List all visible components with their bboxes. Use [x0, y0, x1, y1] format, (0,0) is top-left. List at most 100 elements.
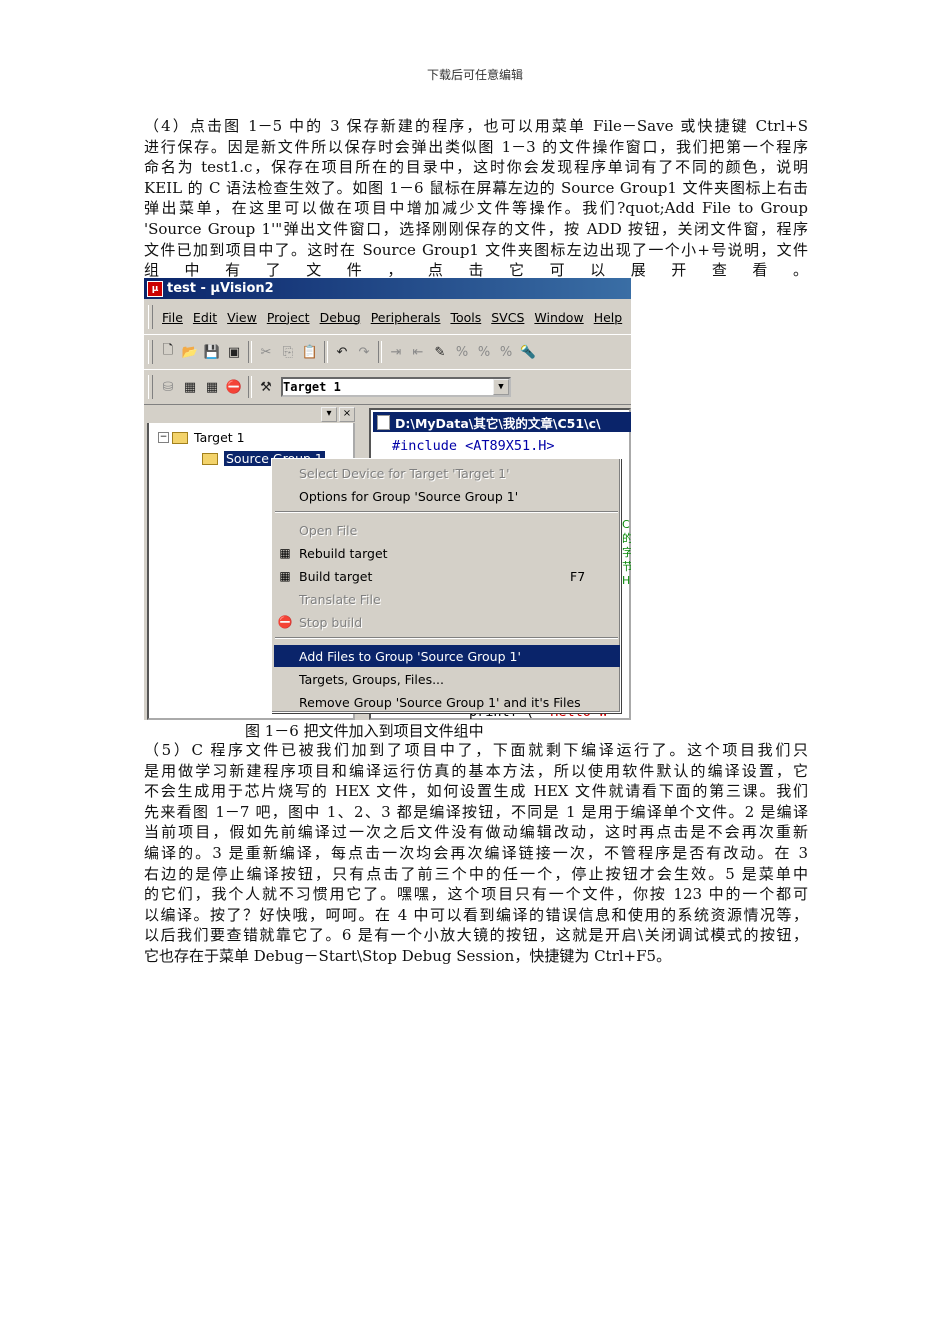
text-line: 'Source Group 1'"弹出文件窗口，选择刚刚保存的文件，按 ADD …	[144, 219, 808, 238]
bookmark-next-icon[interactable]: %	[453, 343, 471, 361]
toolbar-separator	[248, 341, 252, 363]
menu-item-label: Build target	[299, 568, 373, 584]
menu-item-build-target[interactable]: ▦ Build target F7	[274, 565, 620, 587]
app-icon: µ	[147, 280, 163, 297]
text-line: 先来看图 1－7 吧，图中 1、2、3 都是编译按钮，不同是 1 是用于编译单个…	[144, 802, 808, 821]
menu-view[interactable]: View	[222, 310, 262, 325]
editor-titlebar: D:\MyData\其它\我的文章\C51\c\	[373, 412, 631, 432]
uvision-screenshot: µ test - µVision2 File Edit View Project…	[144, 278, 631, 720]
undo-icon[interactable]: ↶	[333, 343, 351, 361]
menu-item-rebuild-target[interactable]: ▦ Rebuild target	[274, 542, 620, 564]
toolbar-grip	[148, 340, 153, 364]
menu-item-label: Targets, Groups, Files...	[299, 671, 444, 687]
editor-path: D:\MyData\其它\我的文章\C51\c\	[395, 415, 601, 431]
bookmark-prev-icon[interactable]: %	[475, 343, 493, 361]
menu-item-label: Rebuild target	[299, 545, 388, 561]
menu-item-label: Translate File	[299, 591, 381, 607]
menu-window[interactable]: Window	[529, 310, 588, 325]
window-titlebar: µ test - µVision2	[144, 278, 631, 299]
toolbar-grip	[148, 305, 153, 329]
paragraph-4: （4）点击图 1－5 中的 3 保存新建的程序，也可以用菜单 File－Save…	[144, 116, 808, 281]
close-icon[interactable]: ×	[339, 406, 355, 422]
menu-item-select-device[interactable]: Select Device for Target 'Target 1'	[274, 462, 620, 484]
menu-svcs[interactable]: SVCS	[486, 310, 529, 325]
text-line: 的它们，我个人就不习惯用它了。嘿嘿，这个项目只有一个文件，你按 123 中的一个…	[144, 885, 808, 904]
menu-separator	[275, 637, 618, 639]
text-line: 命名为 test1.c，保存在项目所在的目录中，这时你会发现程序单词有了不同的颜…	[144, 158, 808, 177]
paragraph-5: （5）C 程序文件已被我们加到了项目中了，下面就剩下编译运行了。这个项目我们只 …	[144, 740, 808, 967]
open-folder-icon[interactable]: 📂	[181, 343, 199, 361]
window-title: test - µVision2	[167, 281, 274, 296]
target-options-icon[interactable]: ⚒	[257, 378, 275, 396]
folder-icon	[172, 431, 188, 444]
save-icon[interactable]: 💾	[203, 343, 221, 361]
menu-item-label: Stop build	[299, 614, 363, 630]
text-line: （4）点击图 1－5 中的 3 保存新建的程序，也可以用菜单 File－Save…	[144, 117, 808, 135]
translate-icon[interactable]: ⛁	[159, 378, 177, 396]
cut-icon[interactable]: ✂	[257, 343, 275, 361]
pane-dropdown-icon[interactable]: ▾	[321, 406, 337, 422]
menu-item-translate-file[interactable]: Translate File	[274, 588, 620, 610]
menu-tools[interactable]: Tools	[445, 310, 486, 325]
document-icon	[377, 414, 390, 430]
text-line: 右边的是停止编译按钮，只有点击了前三个中的任一个，停止按钮才会生效。5 是菜单中	[144, 864, 808, 883]
text-line: 它也存在于菜单 Debug－Start\Stop Debug Session，快…	[144, 946, 672, 965]
text-line: 文件已加到项目中了。这时在 Source Group1 文件夹图标左边出现了一个…	[144, 240, 808, 259]
toolbar-separator	[248, 376, 252, 398]
menu-debug[interactable]: Debug	[315, 310, 366, 325]
text-line: 以后我们要查错就靠它了。6 是有一个小放大镜的按钮，这就是开启\关闭调试模式的按…	[144, 926, 808, 945]
text-line: （5）C 程序文件已被我们加到了项目中了，下面就剩下编译运行了。这个项目我们只	[144, 741, 808, 759]
toolbar-separator	[378, 341, 382, 363]
file-toolbar: 🗋 📂 💾 ▣ ✂ ⎘ 📋 ↶ ↷ ⇥ ⇤ ✎ % % % 🔦	[144, 334, 631, 370]
menu-item-label: Options for Group 'Source Group 1'	[299, 488, 519, 504]
stop-build-icon[interactable]: ⛔	[225, 378, 243, 396]
text-line: 进行保存。因是新文件所以保存时会弹出类似图 1－3 的文件操作窗口，我们把第一个…	[144, 137, 808, 156]
rebuild-icon[interactable]: ▦	[203, 378, 221, 396]
build-toolbar: ⛁ ▦ ▦ ⛔ ⚒ Target 1 ▼	[144, 369, 631, 405]
text-line: 不会生成用于芯片烧写的 HEX 文件，如何设置生成 HEX 文件就请看下面的第三…	[144, 782, 808, 801]
new-file-icon[interactable]: 🗋	[159, 343, 177, 361]
menu-item-remove-group[interactable]: Remove Group 'Source Group 1' and it's F…	[274, 691, 620, 713]
menu-item-open-file[interactable]: Open File	[274, 519, 620, 541]
collapse-icon[interactable]: −	[158, 432, 169, 443]
menu-item-label: Add Files to Group 'Source Group 1'	[299, 648, 521, 664]
project-pane-header: ▾ ×	[147, 405, 355, 423]
text-line: KEIL 的 C 语法检查生效了。如图 1－6 鼠标在屏幕左边的 Source …	[144, 178, 808, 197]
indent-icon[interactable]: ⇥	[387, 343, 405, 361]
save-all-icon[interactable]: ▣	[225, 343, 243, 361]
menu-file[interactable]: File	[157, 310, 188, 325]
text-line: 弹出菜单，在这里可以做在项目中增加减少文件等操作。我们?quot;Add Fil…	[144, 199, 808, 218]
text-line: 编译的。3 是重新编译，每点击一次均会再次编译链接一次，不管程序是否有改动。在 …	[144, 843, 808, 862]
target-select[interactable]: Target 1 ▼	[281, 377, 511, 397]
menu-project[interactable]: Project	[262, 310, 315, 325]
stop-build-icon: ⛔	[277, 615, 293, 629]
text-line: 当前项目，假如先前编译过一次之后文件没有做动编辑改动，这时再点击是不会再次重新	[144, 823, 808, 842]
bookmark-clear-icon[interactable]: %	[497, 343, 515, 361]
menu-edit[interactable]: Edit	[188, 310, 222, 325]
menu-peripherals[interactable]: Peripherals	[366, 310, 446, 325]
menu-item-stop-build[interactable]: ⛔ Stop build	[274, 611, 620, 633]
menu-separator	[275, 511, 618, 513]
outdent-icon[interactable]: ⇤	[409, 343, 427, 361]
find-icon[interactable]: 🔦	[519, 343, 537, 361]
menu-item-targets-groups-files[interactable]: Targets, Groups, Files...	[274, 668, 620, 690]
context-menu: Select Device for Target 'Target 1' Opti…	[271, 458, 621, 713]
build-icon[interactable]: ▦	[181, 378, 199, 396]
chevron-down-icon[interactable]: ▼	[493, 379, 509, 395]
copy-icon[interactable]: ⎘	[279, 343, 297, 361]
menu-help[interactable]: Help	[589, 310, 628, 325]
menu-item-add-files-to-group[interactable]: Add Files to Group 'Source Group 1'	[274, 645, 620, 667]
paste-icon[interactable]: 📋	[301, 343, 319, 361]
build-icon: ▦	[279, 569, 291, 583]
header-note: 下载后可任意编辑	[426, 68, 523, 82]
text-line: 以编译。按了？好快哦，呵呵。在 4 中可以看到编译的错误信息和使用的系统资源情况…	[144, 905, 808, 924]
text-line: 是用做学习新建程序项目和编译运行仿真的基本方法，所以使用软件默认的编译设置，它	[144, 761, 808, 780]
menu-item-label: Remove Group 'Source Group 1' and it's F…	[299, 694, 581, 710]
redo-icon[interactable]: ↷	[355, 343, 373, 361]
bookmark-icon[interactable]: ✎	[431, 343, 449, 361]
folder-icon	[202, 452, 218, 465]
tree-node-target[interactable]: − Target 1	[158, 430, 245, 445]
menu-item-options-for-group[interactable]: Options for Group 'Source Group 1'	[274, 485, 620, 507]
menu-item-label: Select Device for Target 'Target 1'	[299, 465, 510, 481]
rebuild-icon: ▦	[279, 546, 291, 560]
